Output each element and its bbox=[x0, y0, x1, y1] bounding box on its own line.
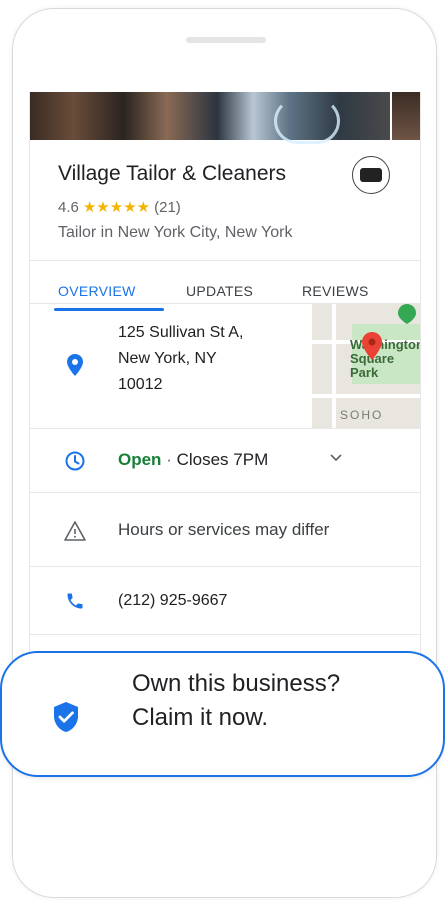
chevron-down-icon[interactable] bbox=[330, 450, 342, 465]
map-neighborhood-label: SOHO bbox=[340, 408, 384, 422]
second-photo[interactable] bbox=[392, 92, 420, 140]
phone-icon bbox=[64, 590, 86, 612]
location-pin-icon bbox=[64, 354, 86, 376]
business-header: Village Tailor & Cleaners 4.6 ★★★★★ (21)… bbox=[30, 140, 420, 260]
business-category: Tailor in New York City, New York bbox=[58, 224, 293, 241]
claim-line-2[interactable]: Claim it now. bbox=[132, 701, 340, 735]
map-pin-icon bbox=[362, 332, 382, 360]
claim-business-callout[interactable]: Own this business? Claim it now. bbox=[0, 651, 445, 777]
hours-alert-row: Hours or services may differ bbox=[30, 492, 420, 567]
rating-value: 4.6 bbox=[58, 198, 79, 216]
claim-line-1: Own this business? bbox=[132, 670, 341, 697]
header-photos[interactable] bbox=[30, 92, 420, 144]
address-line-2: New York, NY bbox=[118, 350, 217, 367]
address-row[interactable]: 125 Sullivan St A, New York, NY 10012 Wa… bbox=[30, 304, 420, 429]
map-park-label-1: Washington bbox=[350, 337, 420, 352]
address-text: 125 Sullivan St A, New York, NY 10012 bbox=[118, 320, 288, 398]
business-logo bbox=[352, 156, 390, 194]
tab-updates[interactable]: UPDATES bbox=[186, 283, 253, 299]
warning-icon bbox=[64, 520, 86, 542]
hours-alert-text: Hours or services may differ bbox=[118, 520, 330, 539]
phone-speaker bbox=[186, 37, 266, 43]
screen: Village Tailor & Cleaners 4.6 ★★★★★ (21)… bbox=[29, 92, 421, 717]
map-thumbnail[interactable]: Washington Square Park SOHO bbox=[312, 304, 420, 428]
verified-shield-icon bbox=[54, 702, 78, 732]
hours-text: Open · Closes 7PM bbox=[118, 450, 268, 470]
phone-number: (212) 925-9667 bbox=[118, 592, 228, 609]
open-status: Open bbox=[118, 450, 162, 469]
tab-bar: OVERVIEW UPDATES REVIEWS bbox=[30, 260, 420, 311]
map-road bbox=[312, 394, 420, 398]
tab-reviews[interactable]: REVIEWS bbox=[302, 283, 369, 299]
tab-overview[interactable]: OVERVIEW bbox=[58, 283, 136, 299]
storefront-photo[interactable] bbox=[30, 92, 390, 144]
business-name: Village Tailor & Cleaners bbox=[58, 162, 287, 185]
phone-row[interactable]: (212) 925-9667 bbox=[30, 566, 420, 635]
hours-separator: · bbox=[166, 450, 172, 469]
star-rating: ★★★★★ bbox=[82, 199, 151, 216]
map-park-label-2: Square Park bbox=[350, 352, 394, 380]
map-marker-green-icon bbox=[398, 304, 416, 324]
logo-emblem bbox=[360, 168, 382, 182]
map-road bbox=[332, 304, 336, 428]
hours-row[interactable]: Open · Closes 7PM bbox=[30, 428, 420, 493]
clock-icon bbox=[64, 450, 86, 472]
claim-text: Own this business? Claim it now. bbox=[132, 667, 340, 735]
rating-row[interactable]: 4.6 ★★★★★ (21) bbox=[58, 198, 181, 217]
address-line-3: 10012 bbox=[118, 376, 163, 393]
address-line-1: 125 Sullivan St A, bbox=[118, 324, 244, 341]
closing-time: Closes 7PM bbox=[176, 450, 269, 469]
review-count[interactable]: (21) bbox=[154, 199, 181, 216]
